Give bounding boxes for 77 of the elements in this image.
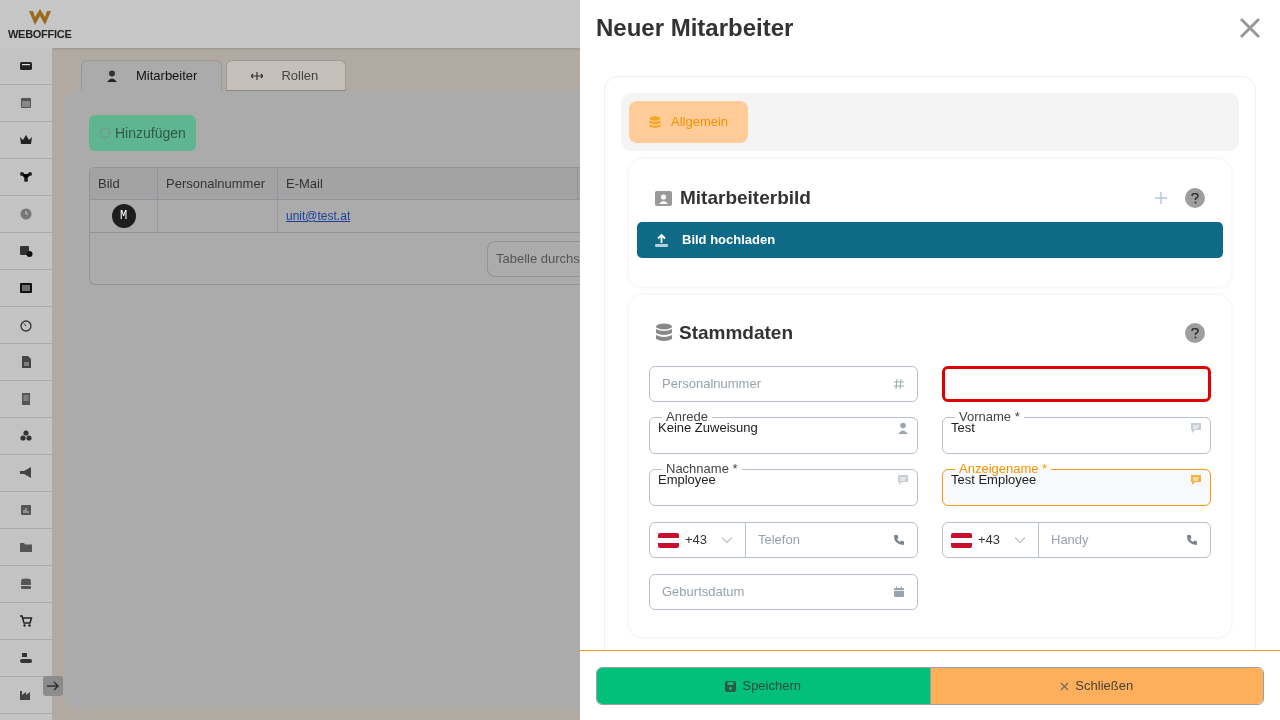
database-icon [649, 115, 661, 129]
field-label: Anzeigename * [959, 462, 1049, 476]
text-field[interactable]: Vorname * Test [942, 410, 1211, 454]
close-button[interactable]: Schließen [930, 668, 1263, 704]
upload-icon [655, 233, 668, 247]
text-field[interactable]: Geburtsdatum [649, 574, 918, 610]
person-icon [106, 70, 118, 82]
keyboard-icon [19, 59, 33, 73]
text-field[interactable]: Nachname * Employee [649, 462, 918, 506]
input-field[interactable]: Telefon [758, 530, 887, 550]
section-title: Stammdaten [679, 320, 794, 345]
phone-field[interactable]: +43 Handy [942, 522, 1211, 558]
save-button[interactable]: Speichern [597, 668, 931, 704]
input-field[interactable]: Personalnummer [662, 374, 887, 394]
close-icon [1060, 681, 1070, 691]
clock-icon [19, 207, 33, 221]
flag-icon [658, 532, 679, 548]
help-button[interactable] [1185, 188, 1205, 208]
comment-icon [1190, 473, 1202, 486]
chart-icon [19, 503, 33, 517]
input-field[interactable]: Handy [1051, 530, 1180, 550]
column-header: Personalnummer [158, 168, 278, 199]
spinner-icon [99, 127, 111, 139]
tab[interactable]: Rollen [226, 60, 347, 91]
phone-icon [1186, 534, 1198, 546]
comment-icon [1190, 421, 1202, 434]
database-icon [19, 577, 33, 591]
help-button[interactable] [1185, 323, 1205, 343]
text-field[interactable]: Anrede Keine Zuweisung [649, 410, 918, 454]
crown-icon [19, 133, 33, 147]
folder-icon [19, 540, 33, 554]
receipt-icon [19, 392, 33, 406]
factory-icon [19, 688, 33, 702]
question-icon [1191, 192, 1199, 204]
cubes-icon [19, 429, 33, 443]
calendar-icon [893, 586, 905, 598]
timer-icon [19, 318, 33, 332]
phone-icon [893, 534, 905, 546]
hash-icon [893, 378, 905, 390]
megaphone-icon [19, 466, 33, 480]
column-header: E-Mail [278, 168, 578, 199]
question-icon [1191, 327, 1199, 339]
text-field[interactable] [942, 366, 1211, 402]
field-label: Nachname * [666, 462, 739, 476]
text-field[interactable]: Anzeigename * Test Employee [942, 462, 1211, 506]
text-field[interactable]: Personalnummer [649, 366, 918, 402]
chevron-down-icon [1014, 536, 1026, 544]
chevron-down-icon [721, 536, 733, 544]
cart-icon [19, 614, 33, 628]
person-icon [897, 421, 909, 434]
column-header: Bild [90, 168, 158, 199]
flag-icon [951, 532, 972, 548]
comment-icon [897, 473, 909, 486]
country-code-select[interactable]: +43 [943, 523, 1039, 557]
country-code-select[interactable]: +43 [650, 523, 746, 557]
email-link[interactable]: unit@test.at [286, 207, 351, 225]
upload-button[interactable]: Bild hochladen [637, 222, 1223, 258]
logo-text: WEBOFFICE [8, 28, 72, 40]
nodes-icon [19, 170, 33, 184]
input-field[interactable]: Geburtsdatum [662, 582, 887, 602]
tab[interactable]: Mitarbeiter [81, 60, 223, 91]
arrow-right-icon [46, 680, 60, 692]
avatar: M [111, 204, 136, 228]
expand-button[interactable] [43, 676, 63, 696]
phone-field[interactable]: +43 Telefon [649, 522, 918, 558]
drawer-title: Neuer Mitarbeiter [596, 13, 794, 43]
person-card-icon [655, 190, 672, 206]
move-arrows-icon [251, 69, 264, 82]
document-icon [19, 355, 33, 369]
list-icon [19, 281, 33, 295]
plus-icon [1155, 192, 1167, 204]
close-icon [1239, 17, 1261, 39]
section-title: Mitarbeiterbild [680, 185, 811, 210]
field-label: Vorname * [959, 410, 1021, 424]
database-icon [655, 323, 673, 343]
field-label: Anrede [666, 410, 708, 424]
calendar-icon [19, 96, 33, 110]
